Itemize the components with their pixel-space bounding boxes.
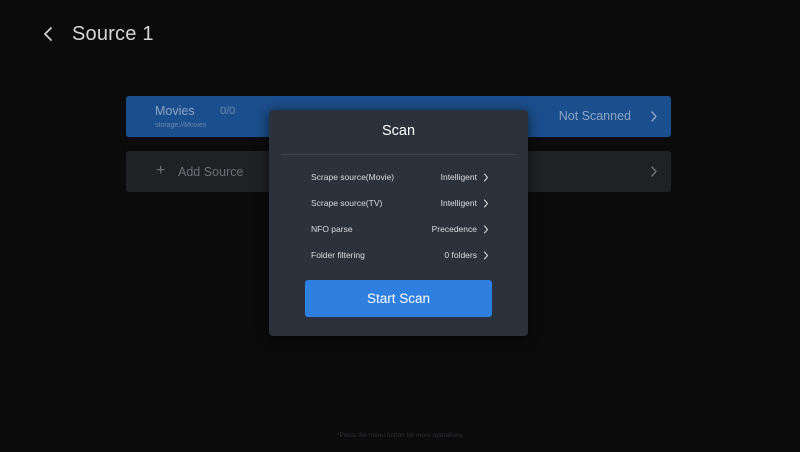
back-button[interactable] bbox=[38, 22, 58, 46]
option-value-group: Intelligent bbox=[441, 172, 489, 182]
option-value: Precedence bbox=[431, 224, 477, 234]
chevron-right-icon bbox=[651, 111, 657, 122]
option-label: NFO parse bbox=[311, 224, 353, 234]
plus-icon: + bbox=[156, 162, 166, 179]
screen: Source 1 Movies 0/0 storage://Movies Not… bbox=[0, 0, 800, 452]
option-label: Folder filtering bbox=[311, 250, 365, 260]
option-folder-filtering[interactable]: Folder filtering 0 folders bbox=[311, 247, 489, 263]
option-value: Intelligent bbox=[440, 172, 477, 182]
chevron-right-icon bbox=[484, 251, 488, 259]
scan-dialog: Scan Scrape source(Movie) Intelligent Sc… bbox=[269, 110, 528, 336]
chevron-left-icon bbox=[44, 27, 52, 41]
source-status: Not Scanned bbox=[558, 109, 631, 123]
divider bbox=[281, 154, 516, 155]
dialog-title: Scan bbox=[381, 123, 416, 139]
chevron-right-icon bbox=[484, 173, 488, 181]
add-source-label: Add Source bbox=[178, 165, 244, 179]
source-path: storage://Movies bbox=[155, 122, 207, 129]
source-count: 0/0 bbox=[220, 105, 236, 117]
footer-hint: *Press the menu button for more operatio… bbox=[336, 432, 464, 439]
option-scrape-source-tv[interactable]: Scrape source(TV) Intelligent bbox=[311, 195, 489, 211]
chevron-right-icon bbox=[484, 225, 488, 233]
option-value-group: 0 folders bbox=[444, 250, 489, 260]
option-nfo-parse[interactable]: NFO parse Precedence bbox=[311, 221, 489, 237]
start-scan-button[interactable]: Start Scan bbox=[305, 280, 492, 317]
page-title: Source 1 bbox=[72, 22, 154, 45]
option-value-group: Intelligent bbox=[441, 198, 489, 208]
option-value: 0 folders bbox=[444, 250, 477, 260]
option-scrape-source-movie[interactable]: Scrape source(Movie) Intelligent bbox=[311, 169, 489, 185]
chevron-right-icon bbox=[484, 199, 488, 207]
source-name: Movies bbox=[155, 104, 195, 118]
option-label: Scrape source(TV) bbox=[311, 198, 383, 208]
option-value-group: Precedence bbox=[432, 224, 489, 234]
header: Source 1 bbox=[38, 22, 154, 46]
option-label: Scrape source(Movie) bbox=[311, 172, 395, 182]
option-value: Intelligent bbox=[440, 198, 477, 208]
chevron-right-icon bbox=[651, 166, 657, 177]
